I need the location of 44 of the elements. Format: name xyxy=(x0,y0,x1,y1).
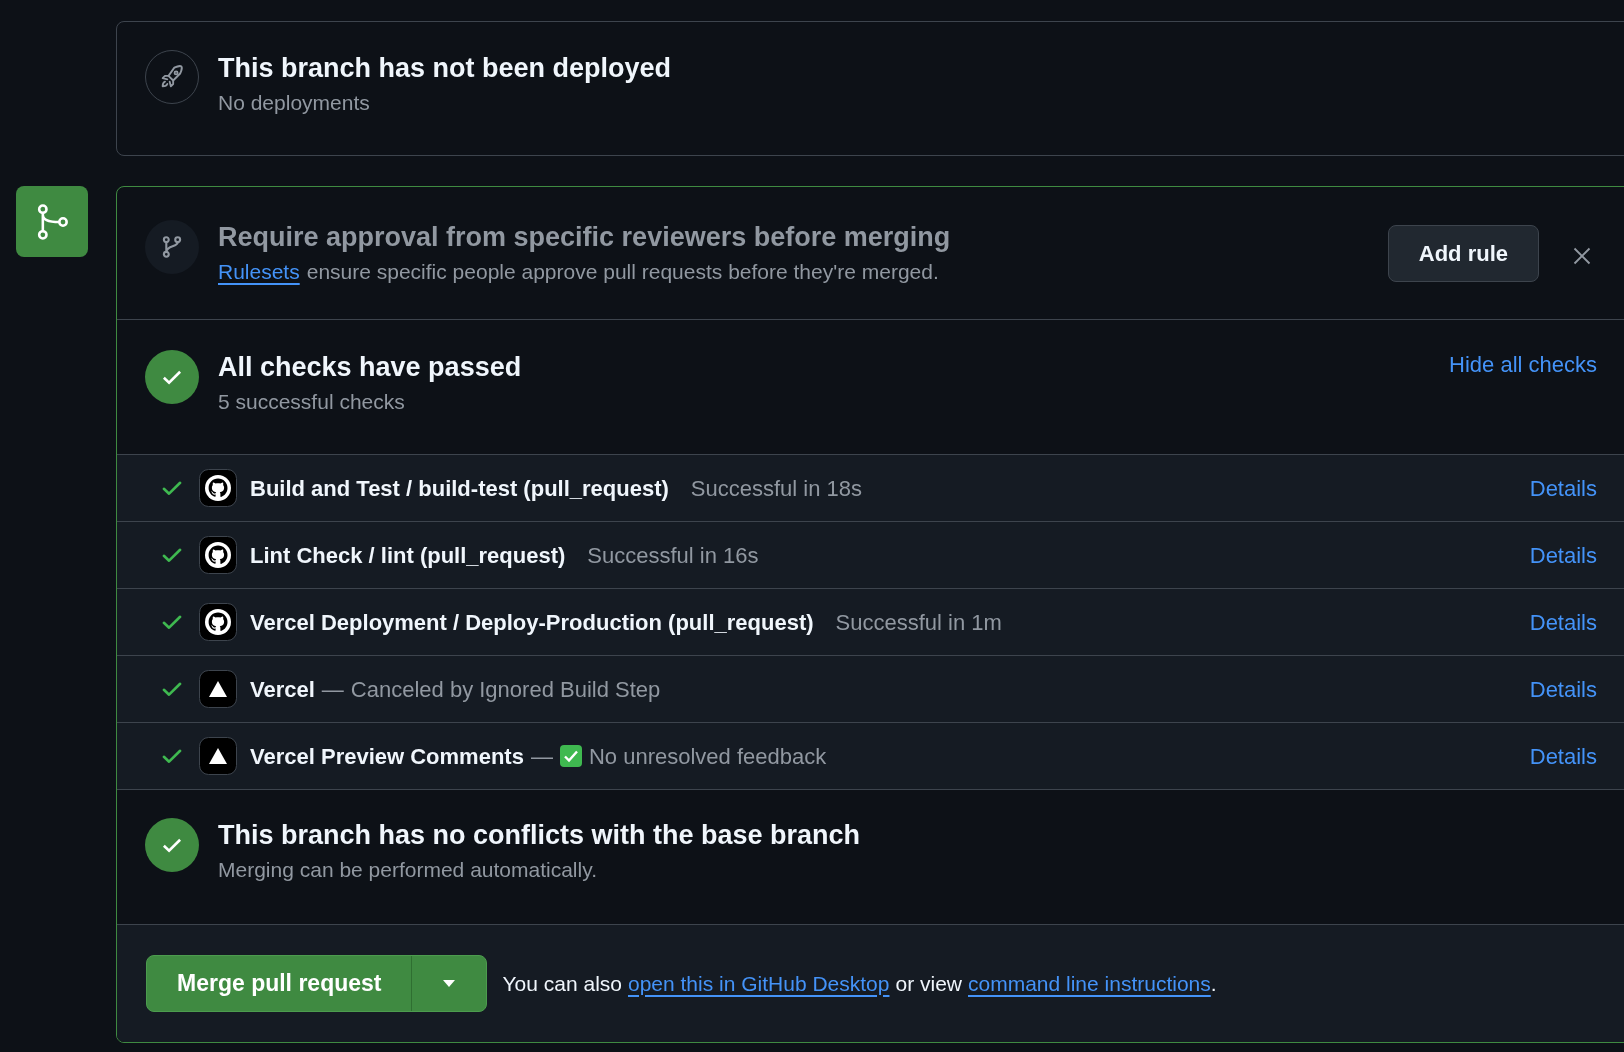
period-text: . xyxy=(1210,970,1217,997)
hide-checks-link[interactable]: Hide all checks xyxy=(1449,348,1597,381)
rulesets-link[interactable]: Rulesets xyxy=(218,256,300,287)
ruleset-title: Require approval from specific reviewers before merging xyxy=(218,220,952,254)
check-status: No unresolved feedback xyxy=(588,742,828,771)
details-link[interactable]: Details xyxy=(1529,538,1597,572)
check-name: Vercel xyxy=(250,675,315,704)
triangle-logo-icon xyxy=(199,737,237,775)
checks-title: All checks have passed xyxy=(218,351,523,384)
details-link[interactable]: Details xyxy=(1529,672,1597,706)
deployment-subtitle: No deployments xyxy=(218,90,371,116)
merge-button[interactable]: Merge pull request xyxy=(147,956,413,1011)
details-link[interactable]: Details xyxy=(1529,605,1597,639)
check-status: Successful in 18s xyxy=(690,474,864,503)
check-name: Build and Test / build-test (pull_request) xyxy=(250,474,669,503)
merge-branch-icon xyxy=(16,186,88,257)
dash-separator: — xyxy=(321,675,344,704)
success-icon xyxy=(145,818,199,872)
checks-subtitle: 5 successful checks xyxy=(218,389,406,415)
check-status: Canceled by Ignored Build Step xyxy=(350,675,662,704)
octocat-icon xyxy=(199,469,237,507)
triangle-logo-icon xyxy=(199,670,237,708)
conflicts-title: This branch has no conflicts with the base branch xyxy=(218,819,861,852)
cli-link[interactable]: command line instructions xyxy=(968,967,1211,1000)
check-status: Successful in 1m xyxy=(835,608,1003,637)
deployment-title: This branch has not been deployed xyxy=(218,52,672,85)
conflicts-subtitle: Merging can be performed automatically. xyxy=(218,857,598,883)
check-status: Successful in 16s xyxy=(587,541,760,570)
details-link[interactable]: Details xyxy=(1529,471,1597,505)
check-name: Vercel Deployment / Deploy-Production (pull_request) xyxy=(250,608,814,637)
add-rule-button[interactable]: Add rule xyxy=(1387,224,1539,282)
caret-icon xyxy=(441,978,458,989)
octocat-icon xyxy=(199,536,237,574)
details-link[interactable]: Details xyxy=(1529,739,1597,773)
check-name: Vercel Preview Comments xyxy=(250,742,524,771)
success-icon xyxy=(145,350,199,404)
close-icon[interactable] xyxy=(1572,246,1592,266)
dash-separator: — xyxy=(530,742,553,771)
desktop-link[interactable]: open this in GitHub Desktop xyxy=(628,967,890,1000)
merge-hint-middle: or view xyxy=(895,970,962,997)
octocat-icon xyxy=(199,603,237,641)
ruleset-description: ensure specific people approve pull requests before they're merged. xyxy=(306,258,939,285)
merge-hint: You can also xyxy=(502,970,622,997)
check-name: Lint Check / lint (pull_request) xyxy=(250,541,566,570)
